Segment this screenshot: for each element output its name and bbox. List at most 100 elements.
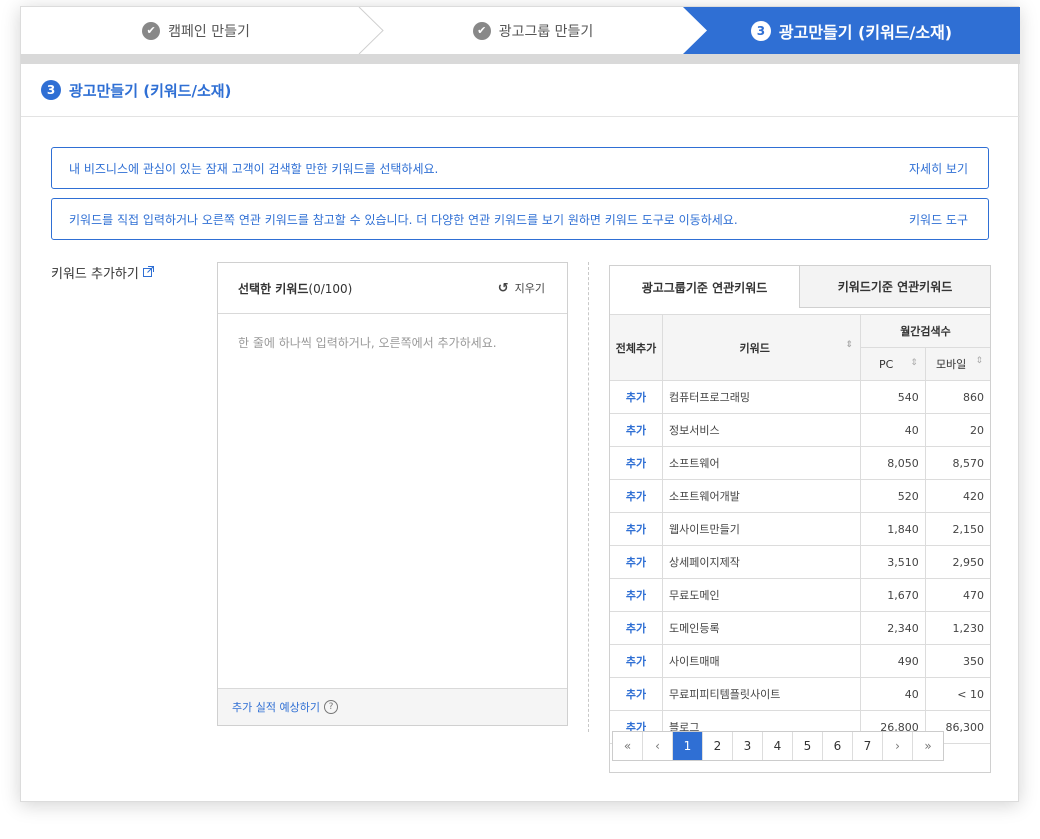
step-campaign-label: 캠페인 만들기 (168, 23, 250, 40)
mobile-count-cell: 8,570 (924, 446, 990, 480)
mobile-count-cell: 470 (924, 578, 990, 612)
keyword-column-label: 키워드 (739, 341, 770, 355)
sort-icon: ⇕ (845, 339, 853, 350)
selected-keywords-title: 선택한 키워드(0/100) (238, 280, 352, 297)
keyword-add-label: 키워드 추가하기 (51, 267, 139, 282)
info-text: 키워드를 직접 입력하거나 오른쪽 연관 키워드를 참고할 수 있습니다. 더 … (69, 212, 738, 227)
mobile-count-cell: < 10 (924, 677, 990, 711)
mobile-count-cell: 350 (924, 644, 990, 678)
page-4-button[interactable]: 4 (763, 732, 793, 760)
check-icon: ✔ (142, 21, 161, 40)
page-2-button[interactable]: 2 (703, 732, 733, 760)
add-keyword-button[interactable]: 추가 (610, 545, 663, 579)
keyword-cell: 상세페이지제작 (662, 545, 861, 579)
sort-icon: ⇕ (975, 356, 983, 366)
page-1-button[interactable]: 1 (673, 732, 703, 760)
keyword-cell: 무료도메인 (662, 578, 861, 612)
page-6-button[interactable]: 6 (823, 732, 853, 760)
keyword-cell: 도메인등록 (662, 611, 861, 645)
panel-divider (588, 262, 589, 732)
step-ad-create-label: 광고만들기 (키워드/소재) (778, 22, 953, 42)
step-campaign[interactable]: ✔ 캠페인 만들기 (21, 7, 371, 54)
mobile-count-cell: 20 (924, 413, 990, 447)
add-keyword-button[interactable]: 추가 (610, 446, 663, 480)
info-text: 내 비즈니스에 관심이 있는 잠재 고객이 검색할 만한 키워드를 선택하세요. (69, 161, 439, 176)
add-keyword-button[interactable]: 추가 (610, 611, 663, 645)
keyword-cell: 컴퓨터프로그래밍 (662, 380, 861, 414)
pc-column-label: PC (878, 357, 894, 371)
mobile-column-header[interactable]: 모바일 ⇕ (924, 347, 990, 381)
pagination: « ‹ 1 2 3 4 5 6 7 › » (612, 731, 944, 761)
sort-icon: ⇕ (910, 357, 918, 368)
keyword-textarea[interactable]: 한 줄에 하나씩 입력하거나, 오른쪽에서 추가하세요. (218, 314, 567, 688)
add-keyword-button[interactable]: 추가 (610, 578, 663, 612)
add-all-button[interactable]: 전체추가 (610, 314, 663, 381)
mobile-count-cell: 860 (924, 380, 990, 414)
mobile-count-cell: 420 (924, 479, 990, 513)
add-keyword-button[interactable]: 추가 (610, 413, 663, 447)
mobile-count-cell: 1,230 (924, 611, 990, 645)
monthly-search-header: 월간검색수 (860, 314, 990, 348)
tab-keyword-related[interactable]: 키워드기준 연관키워드 (800, 266, 990, 308)
pc-count-cell: 540 (860, 380, 926, 414)
related-keywords-table: 전체추가 키워드 ⇕ 월간검색수 PC ⇕ 모바일 ⇕ 추가 컴퓨터프로그래밍 540 86… (610, 314, 990, 744)
add-keyword-button[interactable]: 추가 (610, 380, 663, 414)
keyword-add-heading: 키워드 추가하기 (51, 263, 154, 282)
keyword-cell: 정보서비스 (662, 413, 861, 447)
keyword-tool-link[interactable]: 키워드 도구 (909, 211, 968, 228)
stepper-divider (21, 54, 1020, 64)
page-5-button[interactable]: 5 (793, 732, 823, 760)
keyword-column-header[interactable]: 키워드 ⇕ (662, 314, 861, 381)
keyword-cell: 소프트웨어 (662, 446, 861, 480)
table-row: 추가 소프트웨어개발 520 420 (610, 479, 990, 513)
tab-adgroup-related[interactable]: 광고그룹기준 연관키워드 (610, 266, 800, 308)
mobile-count-cell: 2,150 (924, 512, 990, 546)
add-keyword-button[interactable]: 추가 (610, 479, 663, 513)
step-adgroup[interactable]: ✔ 광고그룹 만들기 (373, 7, 693, 54)
forecast-link[interactable]: 추가 실적 예상하기 (232, 699, 320, 715)
learn-more-link[interactable]: 자세히 보기 (909, 160, 968, 177)
page-3-button[interactable]: 3 (733, 732, 763, 760)
keyword-cell: 웹사이트만들기 (662, 512, 861, 546)
prev-page-button[interactable]: ‹ (643, 732, 673, 760)
add-keyword-button[interactable]: 추가 (610, 677, 663, 711)
table-row: 추가 도메인등록 2,340 1,230 (610, 611, 990, 645)
keyword-cell: 무료피피티템플릿사이트 (662, 677, 861, 711)
table-row: 추가 웹사이트만들기 1,840 2,150 (610, 512, 990, 546)
table-row: 추가 무료피피티템플릿사이트 40 < 10 (610, 677, 990, 711)
selected-keywords-panel: 선택한 키워드(0/100) ↺ 지우기 한 줄에 하나씩 입력하거나, 오른쪽… (217, 262, 568, 726)
related-tabs: 광고그룹기준 연관키워드 키워드기준 연관키워드 (610, 266, 990, 308)
pc-count-cell: 40 (860, 677, 926, 711)
related-keywords-panel: 광고그룹기준 연관키워드 키워드기준 연관키워드 전체추가 키워드 ⇕ 월간검색수… (609, 265, 991, 773)
page-7-button[interactable]: 7 (853, 732, 883, 760)
table-row: 추가 무료도메인 1,670 470 (610, 578, 990, 612)
step-ad-create[interactable]: 3 광고만들기 (키워드/소재) (683, 7, 1020, 54)
table-row: 추가 소프트웨어 8,050 8,570 (610, 446, 990, 480)
pc-count-cell: 40 (860, 413, 926, 447)
first-page-button[interactable]: « (613, 732, 643, 760)
external-link-icon[interactable] (142, 265, 154, 280)
selected-count: (0/100) (308, 281, 353, 296)
keyword-cell: 사이트매매 (662, 644, 861, 678)
mobile-column-label: 모바일 (935, 358, 967, 371)
pc-count-cell: 8,050 (860, 446, 926, 480)
reset-icon: ↺ (497, 280, 509, 296)
add-keyword-button[interactable]: 추가 (610, 512, 663, 546)
table-row: 추가 상세페이지제작 3,510 2,950 (610, 545, 990, 579)
step-adgroup-label: 광고그룹 만들기 (498, 23, 594, 40)
last-page-button[interactable]: » (913, 732, 943, 760)
help-icon[interactable]: ? (323, 700, 338, 714)
step-number-badge: 3 (750, 20, 771, 41)
clear-label: 지우기 (514, 282, 545, 295)
selected-keywords-header: 선택한 키워드(0/100) ↺ 지우기 (218, 263, 567, 314)
info-box-keyword-select: 내 비즈니스에 관심이 있는 잠재 고객이 검색할 만한 키워드를 선택하세요.… (51, 147, 989, 189)
next-page-button[interactable]: › (883, 732, 913, 760)
add-keyword-button[interactable]: 추가 (610, 644, 663, 678)
pc-column-header[interactable]: PC ⇕ (860, 347, 926, 381)
section-title: 광고만들기 (키워드/소재) (69, 81, 232, 100)
pc-count-cell: 520 (860, 479, 926, 513)
stepper: ✔ 캠페인 만들기 ✔ 광고그룹 만들기 3 광고만들기 (키워드/소재) (21, 7, 1020, 55)
pc-count-cell: 1,840 (860, 512, 926, 546)
pc-count-cell: 2,340 (860, 611, 926, 645)
clear-button[interactable]: ↺ 지우기 (498, 280, 545, 296)
